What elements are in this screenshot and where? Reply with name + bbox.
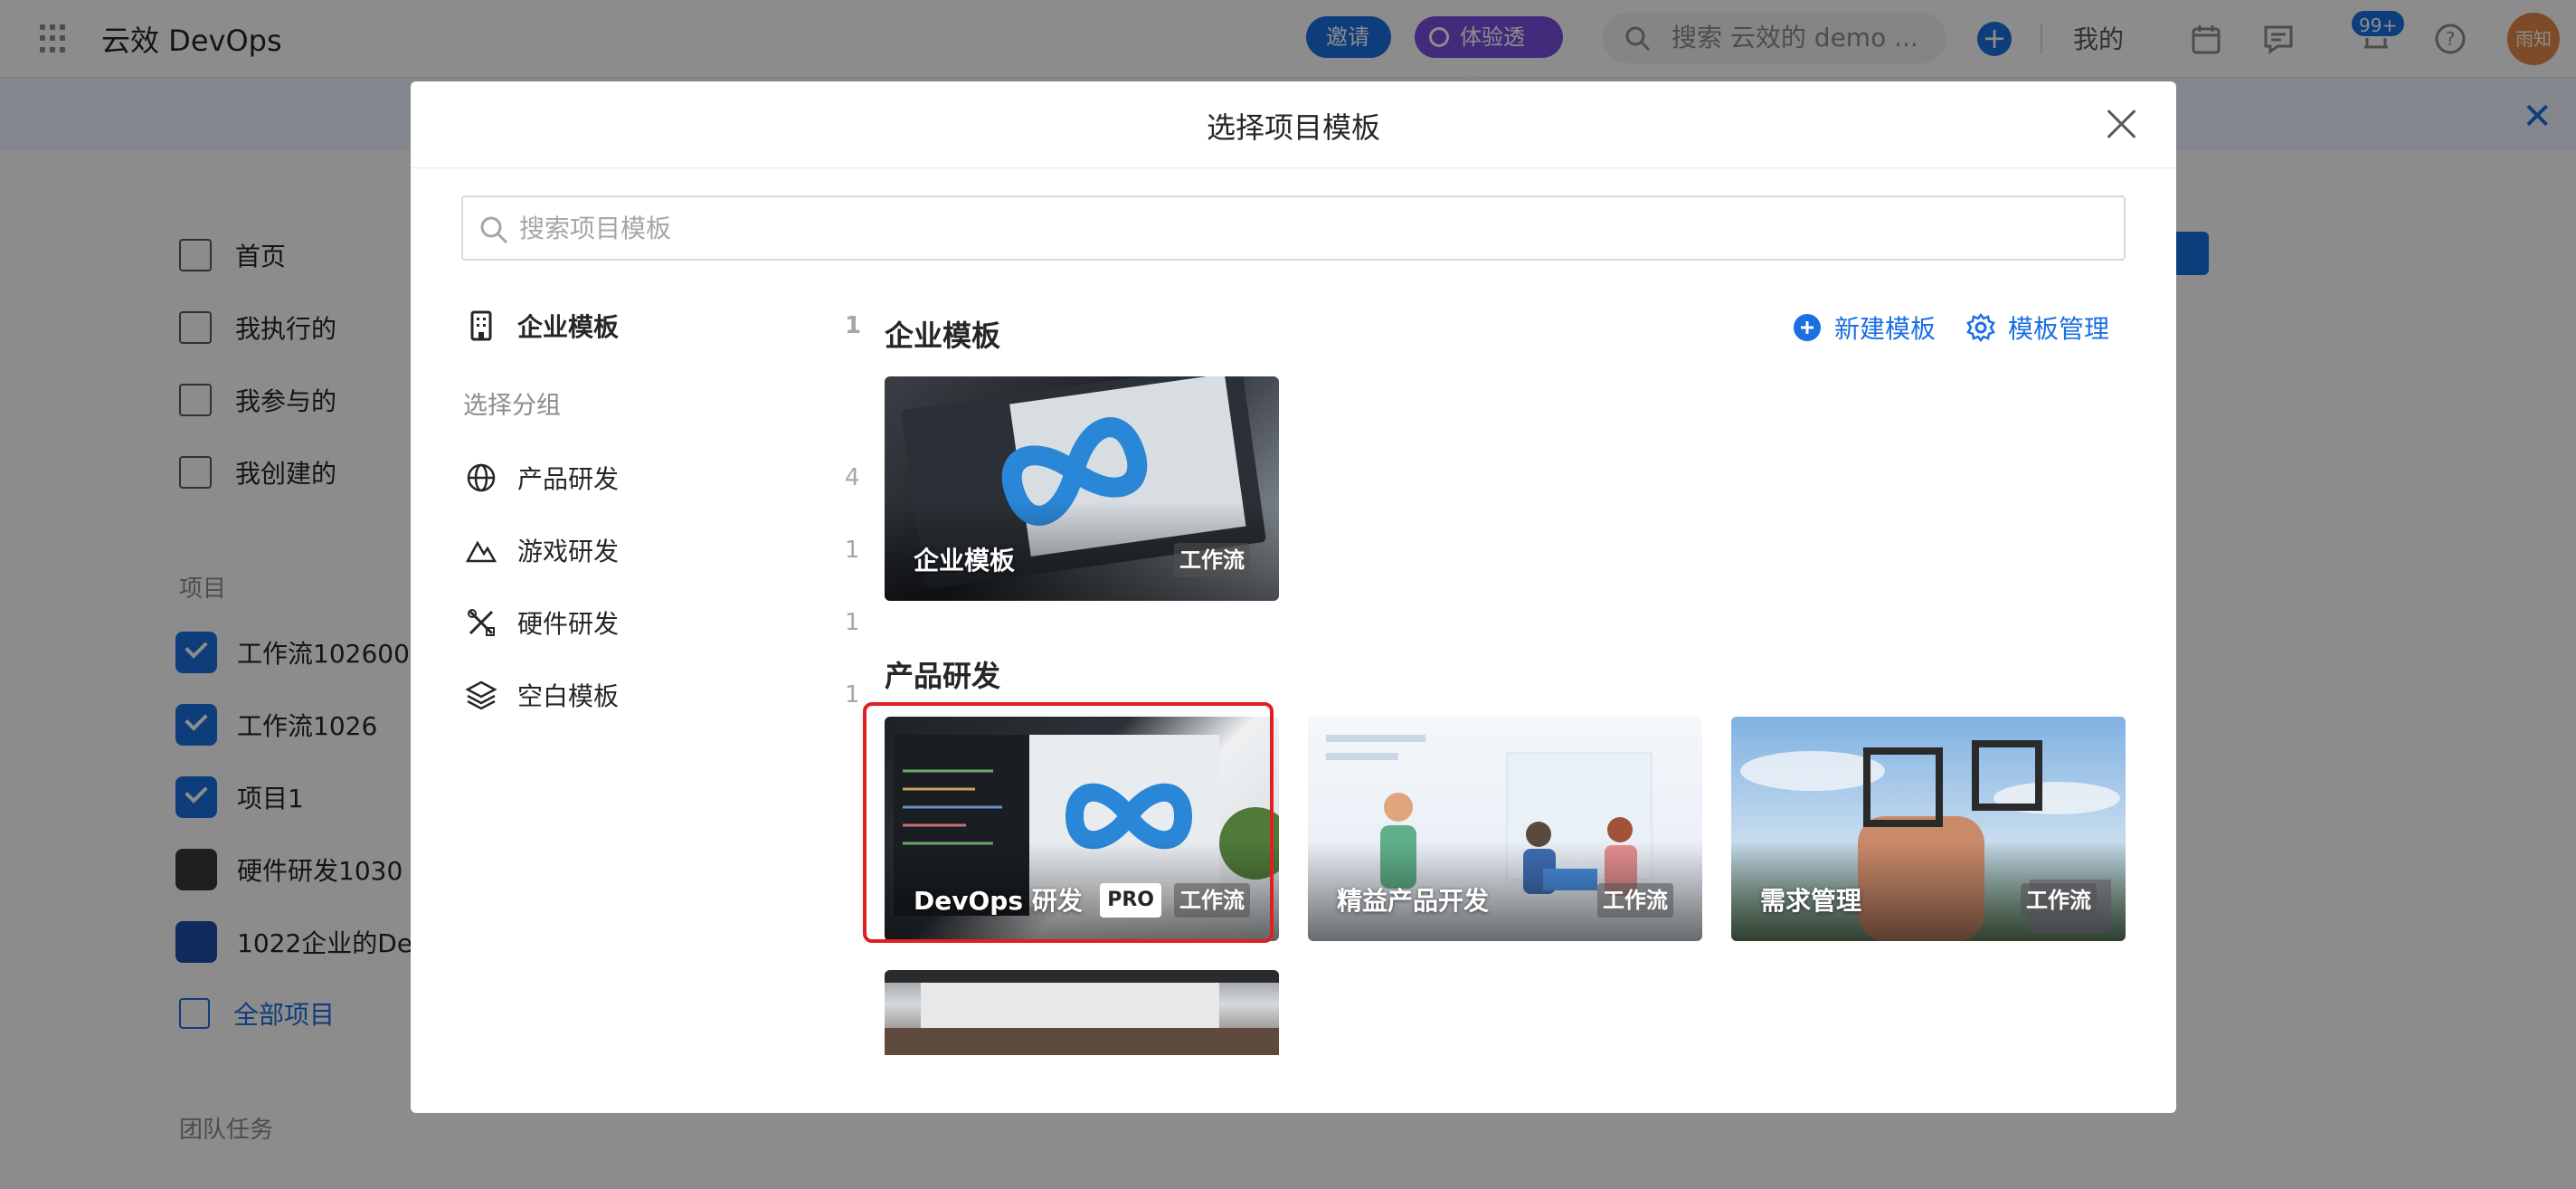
card-tag: 工作流 xyxy=(1174,543,1250,577)
nav-count: 1 xyxy=(845,312,862,339)
new-template-label: 新建模板 xyxy=(1834,314,1937,344)
modal-title: 选择项目模板 xyxy=(1206,110,1380,145)
group-heading: 选择分组 xyxy=(463,392,561,420)
plus-circle-icon xyxy=(1794,314,1821,341)
gear-icon xyxy=(1966,313,1995,342)
template-card-lean[interactable]: 精益产品开发 工作流 xyxy=(1308,717,1702,941)
card-name: 企业模板 xyxy=(914,546,1016,575)
nav-count: 1 xyxy=(845,609,860,636)
nav-count: 1 xyxy=(845,681,860,709)
building-icon xyxy=(470,310,492,341)
card-name: 需求管理 xyxy=(1760,886,1862,916)
search-icon xyxy=(480,216,508,244)
template-card-requirements[interactable]: 需求管理 工作流 xyxy=(1731,717,2126,941)
desktop-monitor-image xyxy=(885,970,1279,1055)
card-tag: 工作流 xyxy=(2021,883,2097,918)
template-card-enterprise[interactable]: 企业模板 工作流 xyxy=(885,376,1279,601)
select-template-modal: 选择项目模板 企业模板 1 选择分组 产品研发 4 游戏研发 1 硬件研发 1 … xyxy=(411,81,2176,1113)
close-icon[interactable] xyxy=(2106,109,2136,139)
nav-count: 4 xyxy=(845,464,860,491)
selection-highlight xyxy=(863,702,1274,943)
nav-label: 空白模板 xyxy=(517,681,620,711)
nav-label: 产品研发 xyxy=(517,464,620,494)
nav-count: 1 xyxy=(845,537,860,564)
enterprise-section-title: 企业模板 xyxy=(885,319,1001,353)
nav-label: 硬件研发 xyxy=(517,609,620,639)
modal-header: 选择项目模板 xyxy=(411,81,2176,168)
mountain-icon xyxy=(465,540,497,563)
manage-templates-button[interactable]: 模板管理 xyxy=(1966,309,2109,346)
nav-label: 企业模板 xyxy=(517,312,620,342)
template-search-field[interactable] xyxy=(461,195,2126,261)
nav-enterprise-templates[interactable]: 企业模板 1 xyxy=(465,300,1225,351)
new-template-button[interactable]: 新建模板 xyxy=(1793,309,1936,346)
template-search-input[interactable] xyxy=(519,197,2111,259)
card-tag: 工作流 xyxy=(1597,883,1673,918)
manage-templates-label: 模板管理 xyxy=(2008,314,2110,344)
nav-label: 游戏研发 xyxy=(517,537,620,566)
template-card-partial[interactable] xyxy=(885,970,1279,1055)
globe-icon xyxy=(467,463,496,492)
layers-icon xyxy=(465,680,497,710)
card-name: 精益产品开发 xyxy=(1337,886,1490,916)
nav-group-hardware[interactable]: 硬件研发 1 xyxy=(465,597,1225,648)
tools-icon xyxy=(468,609,495,636)
product-section-title: 产品研发 xyxy=(885,659,1001,693)
